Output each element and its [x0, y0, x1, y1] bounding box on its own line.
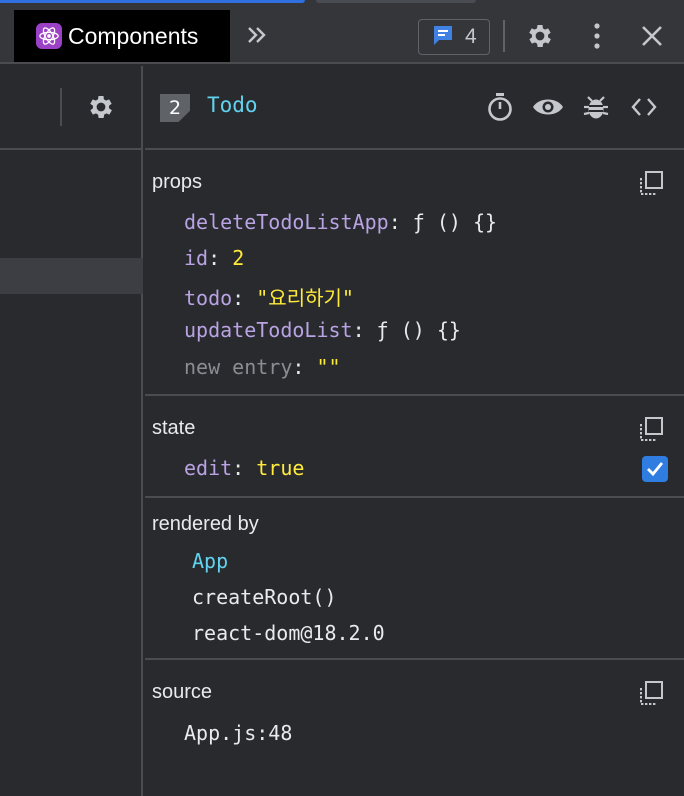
toolbar-divider — [503, 20, 505, 52]
copy-icon[interactable] — [638, 680, 666, 708]
new-entry-value[interactable]: "" — [316, 355, 340, 379]
prop-key: deleteTodoListApp — [184, 210, 389, 234]
toolbar-divider — [60, 88, 62, 126]
prop-row[interactable]: deleteTodoListApp: ƒ () {} — [184, 210, 497, 234]
tab-components-label: Components — [68, 22, 199, 49]
stopwatch-icon[interactable] — [483, 90, 517, 124]
prop-key: updateTodoList — [184, 318, 353, 342]
rendered-by-createroot: createRoot() — [192, 585, 337, 609]
source-location[interactable]: App.js:48 — [184, 721, 292, 745]
react-logo-icon — [36, 23, 62, 49]
edit-checkbox[interactable] — [642, 456, 668, 482]
active-tab-indicator — [0, 0, 305, 3]
state-row[interactable]: edit: true — [184, 456, 304, 480]
state-title: state — [152, 417, 196, 439]
kebab-menu-icon[interactable] — [581, 20, 613, 52]
message-icon — [431, 23, 455, 52]
prop-row[interactable]: id: 2 — [184, 246, 244, 270]
source-title: source — [152, 681, 213, 703]
inspector-pane: 2 Todo props deleteTodoListApp: ƒ () {} … — [145, 66, 684, 796]
rendered-by-title: rendered by — [152, 513, 259, 535]
eye-icon[interactable] — [531, 90, 565, 124]
prop-value: ƒ () {} — [376, 318, 461, 342]
bug-icon[interactable] — [579, 90, 613, 124]
issues-count: 4 — [465, 25, 477, 48]
prop-value: ƒ () {} — [412, 210, 498, 234]
tab-components[interactable]: Components — [14, 10, 230, 62]
prop-value[interactable]: 2 — [232, 246, 244, 270]
copy-icon[interactable] — [638, 170, 666, 198]
prop-row[interactable]: updateTodoList: ƒ () {} — [184, 318, 461, 342]
inactive-tab-indicator — [316, 0, 476, 3]
tree-selected-row[interactable] — [0, 258, 143, 294]
new-entry-key[interactable]: new entry — [184, 355, 292, 379]
checkmark-icon — [647, 462, 664, 477]
new-entry-row[interactable]: new entry: "" — [184, 355, 341, 379]
copy-icon[interactable] — [638, 416, 666, 444]
component-tree-pane — [0, 66, 143, 796]
props-title: props — [152, 171, 203, 193]
prop-key: todo — [184, 286, 233, 310]
gear-icon[interactable] — [86, 92, 118, 124]
rendered-by-app[interactable]: App — [192, 549, 228, 573]
close-icon[interactable] — [636, 20, 668, 52]
inspector-header: 2 Todo — [145, 66, 684, 150]
state-value[interactable]: true — [256, 456, 304, 480]
gear-icon[interactable] — [524, 20, 556, 52]
double-chevron-icon[interactable] — [244, 22, 270, 48]
rendered-by-react-dom: react-dom@18.2.0 — [192, 621, 385, 645]
component-name: Todo — [207, 93, 258, 117]
devtools-tabbar: Components 4 — [0, 0, 684, 64]
props-section: props deleteTodoListApp: ƒ () {} id: 2 t… — [145, 150, 684, 396]
tree-toolbar — [0, 66, 141, 150]
prop-key: id — [184, 246, 209, 270]
prop-row[interactable]: todo: "요리하기" — [184, 282, 354, 311]
rendered-by-section: rendered by App createRoot() react-dom@1… — [145, 498, 684, 660]
source-section: source App.js:48 — [145, 660, 684, 794]
code-icon[interactable] — [627, 90, 661, 124]
state-section: state edit: true — [145, 396, 684, 498]
prop-value[interactable]: "요리하기" — [256, 286, 354, 310]
state-key: edit — [184, 456, 233, 480]
component-key-badge: 2 — [160, 94, 190, 122]
issues-button[interactable]: 4 — [418, 19, 490, 55]
